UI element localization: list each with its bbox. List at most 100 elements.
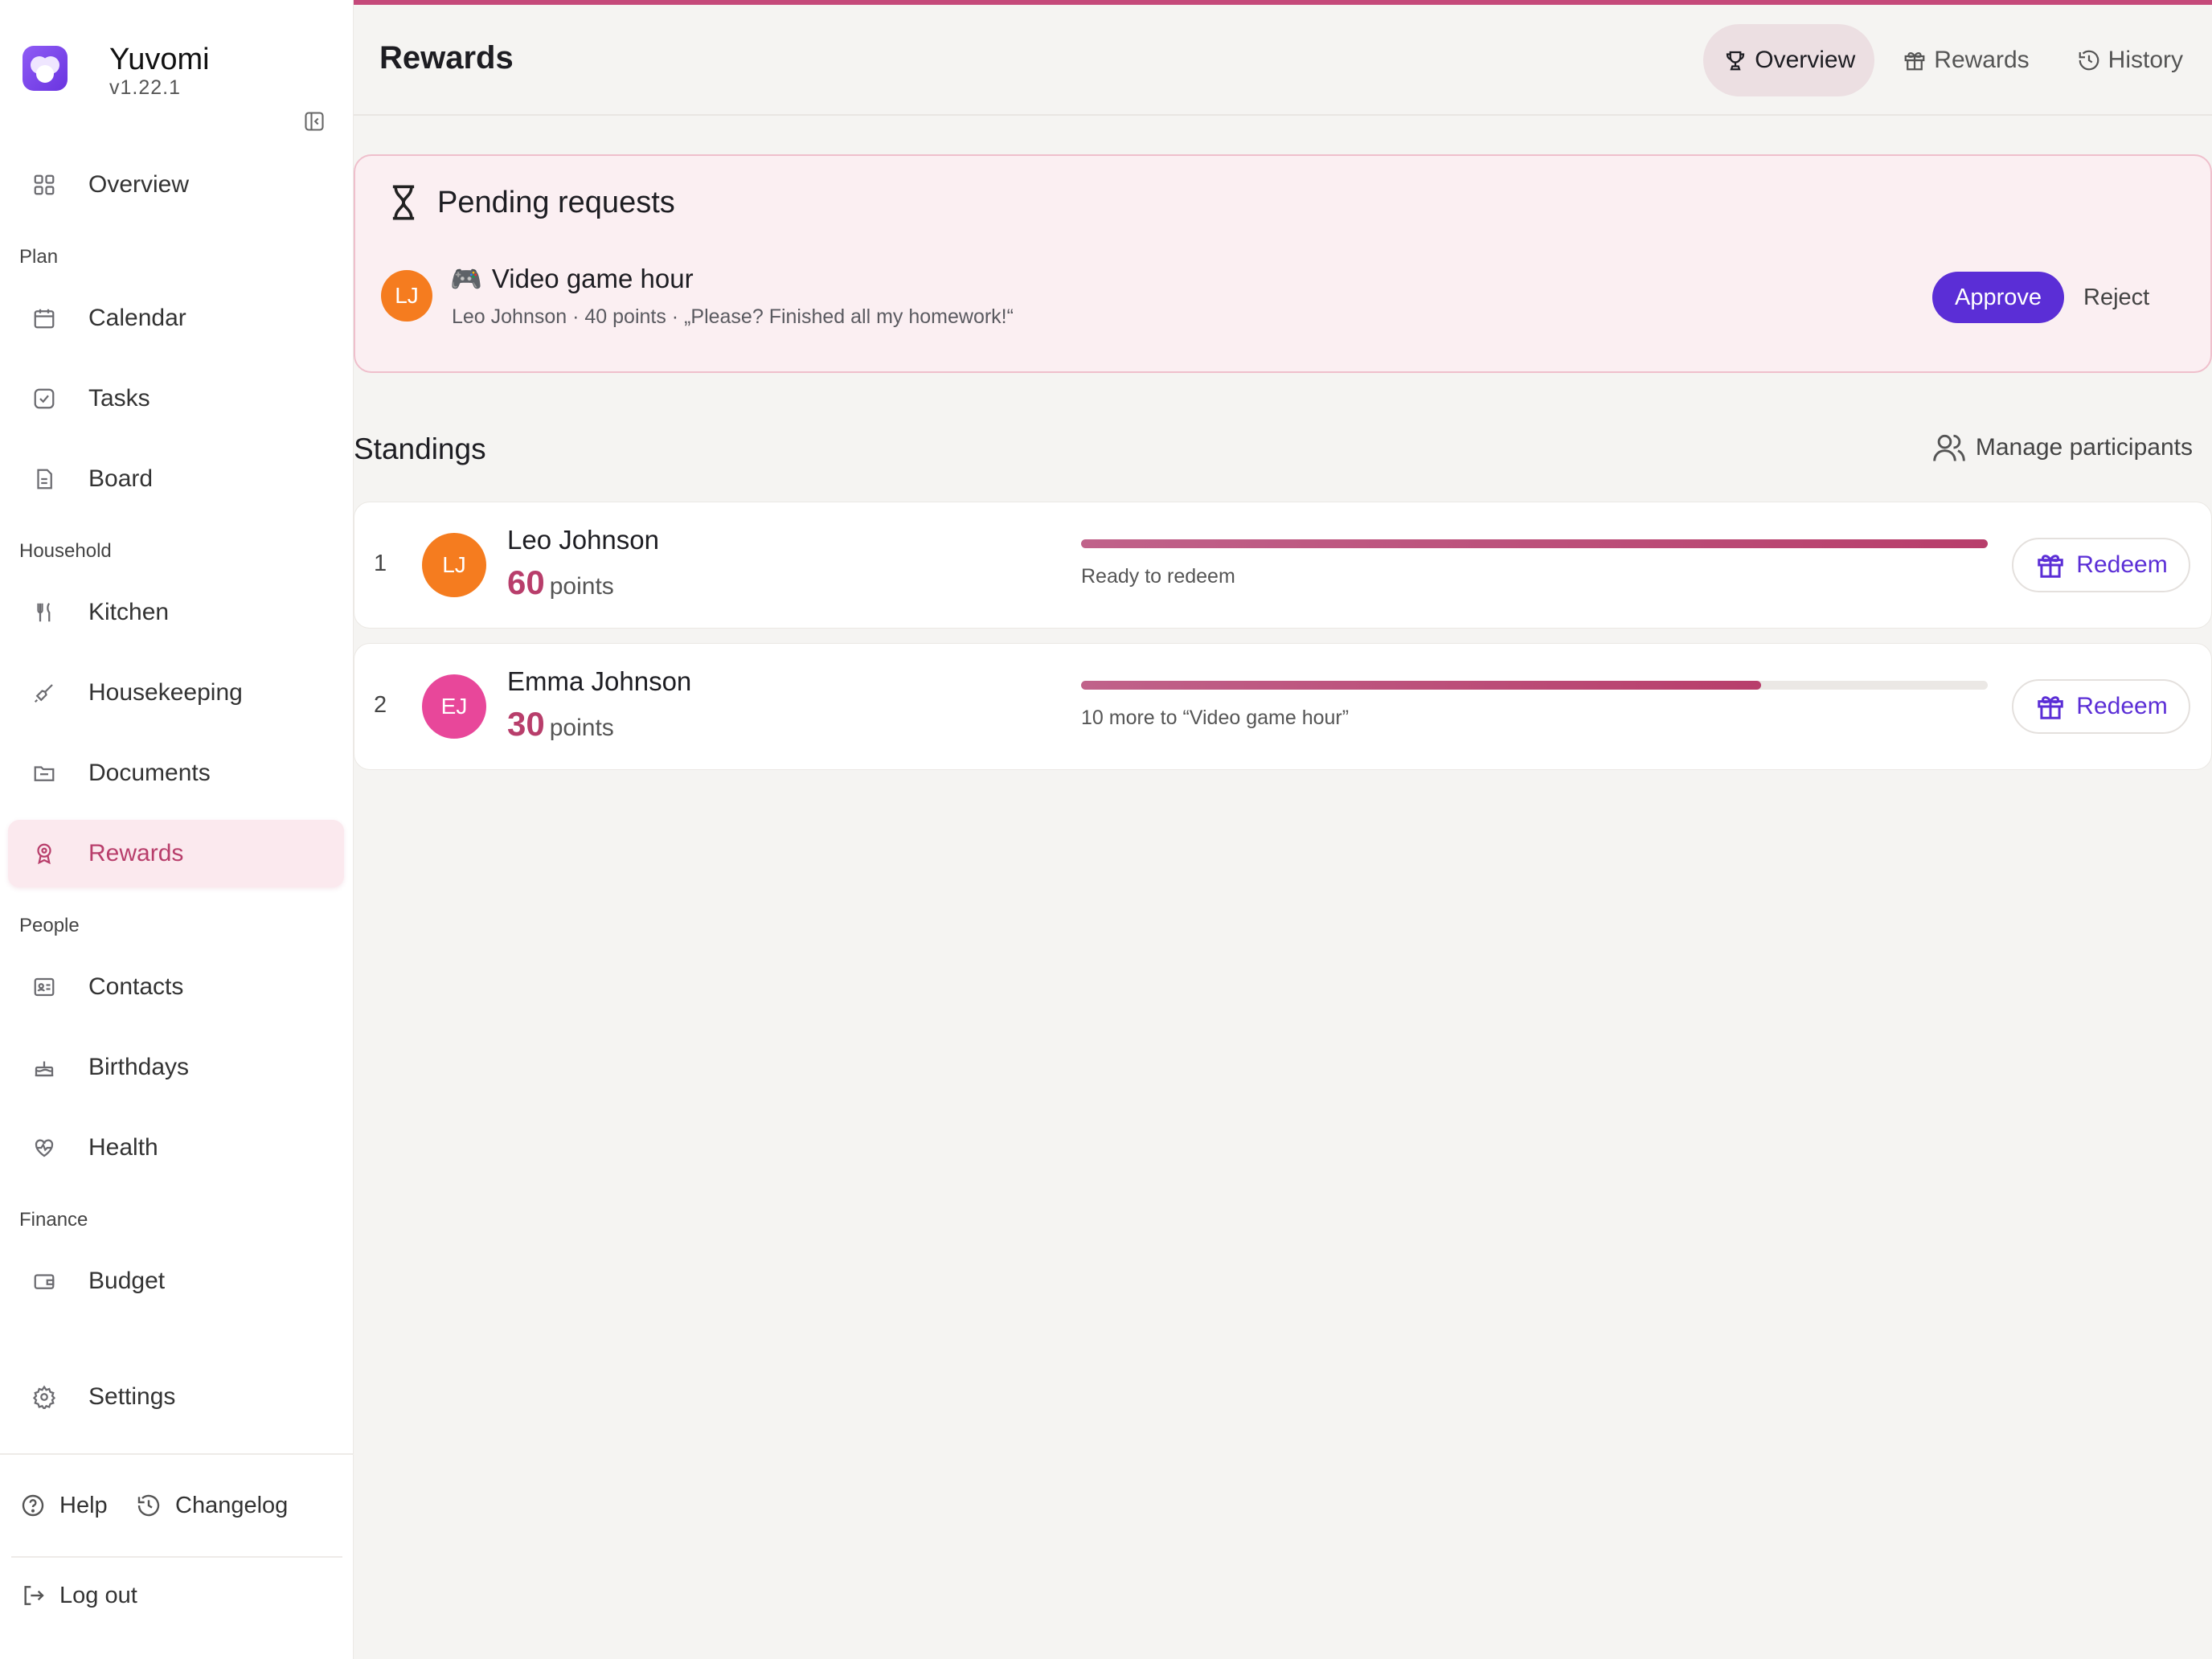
brand[interactable]: Yuvomi v1.22.1 xyxy=(23,43,210,100)
points-value: 30 xyxy=(507,705,545,743)
avatar-initials: LJ xyxy=(442,552,466,577)
tab-overview[interactable]: Overview xyxy=(1703,24,1875,96)
sidebar-item-tasks[interactable]: Tasks xyxy=(8,365,344,432)
heart-pulse-icon xyxy=(31,1134,58,1161)
points-value: 60 xyxy=(507,563,545,601)
rank-number: 1 xyxy=(374,551,387,576)
sidebar: Yuvomi v1.22.1 Overview Plan Calendar Ta… xyxy=(0,0,354,1659)
manage-participants-label: Manage participants xyxy=(1975,434,2193,461)
sidebar-section-household: Household xyxy=(19,540,112,562)
sidebar-item-settings[interactable]: Settings xyxy=(8,1363,344,1431)
note-icon xyxy=(31,465,58,493)
cake-icon xyxy=(31,1054,58,1081)
grid-icon xyxy=(31,171,58,199)
app-name: Yuvomi xyxy=(109,43,210,76)
tab-history[interactable]: History xyxy=(2057,24,2202,96)
points-unit: points xyxy=(549,715,614,741)
sidebar-item-budget[interactable]: Budget xyxy=(8,1247,344,1315)
sidebar-item-label: Calendar xyxy=(88,305,186,331)
trophy-icon xyxy=(1722,47,1748,73)
standing-row: 1 LJ Leo Johnson 60 points Ready to rede… xyxy=(354,502,2212,629)
hourglass-icon xyxy=(387,183,420,222)
help-label: Help xyxy=(59,1492,108,1518)
participant-name: Emma Johnson xyxy=(507,666,692,696)
brush-icon xyxy=(31,679,58,707)
tab-rewards[interactable]: Rewards xyxy=(1882,24,2048,96)
sidebar-item-calendar[interactable]: Calendar xyxy=(8,285,344,352)
app-version: v1.22.1 xyxy=(109,76,182,99)
sidebar-section-finance: Finance xyxy=(19,1209,88,1231)
sidebar-divider xyxy=(0,1453,354,1455)
sidebar-item-birthdays[interactable]: Birthdays xyxy=(8,1034,344,1101)
participant-points: 30 points xyxy=(507,705,614,743)
users-icon xyxy=(1931,429,1968,466)
sidebar-item-kitchen[interactable]: Kitchen xyxy=(8,579,344,646)
reject-button[interactable]: Reject xyxy=(2083,276,2149,318)
tab-label: History xyxy=(2108,47,2183,73)
redeem-button[interactable]: Redeem xyxy=(2012,538,2190,592)
changelog-label: Changelog xyxy=(175,1492,289,1518)
progress-caption: 10 more to “Video game hour” xyxy=(1081,707,1350,729)
approve-button[interactable]: Approve xyxy=(1932,272,2064,323)
logout-button[interactable]: Log out xyxy=(19,1582,137,1609)
history-icon xyxy=(135,1492,162,1519)
avatar-initials: EJ xyxy=(440,694,468,719)
sidebar-item-label: Documents xyxy=(88,760,211,786)
sidebar-item-label: Birthdays xyxy=(88,1054,190,1080)
logout-icon xyxy=(19,1582,47,1609)
changelog-link[interactable]: Changelog xyxy=(135,1492,288,1519)
sidebar-collapse-icon xyxy=(305,112,324,131)
logout-label: Log out xyxy=(59,1582,137,1608)
redeem-label: Redeem xyxy=(2076,693,2168,719)
request-reward-name: Video game hour xyxy=(491,264,694,293)
points-unit: points xyxy=(549,573,614,600)
redeem-label: Redeem xyxy=(2076,551,2168,578)
participant-points: 60 points xyxy=(507,563,614,602)
contact-card-icon xyxy=(31,973,58,1001)
checkbox-icon xyxy=(31,385,58,412)
sidebar-item-contacts[interactable]: Contacts xyxy=(8,953,344,1021)
sidebar-item-rewards[interactable]: Rewards xyxy=(8,820,344,887)
standing-row: 2 EJ Emma Johnson 30 points 10 more to “… xyxy=(354,643,2212,770)
history-icon xyxy=(2076,47,2102,73)
help-circle-icon xyxy=(19,1492,47,1519)
page-title: Rewards xyxy=(379,40,514,76)
wallet-icon xyxy=(31,1268,58,1295)
request-title: 🎮 Video game hour xyxy=(450,264,694,294)
pending-title: Pending requests xyxy=(437,185,675,219)
sidebar-section-people: People xyxy=(19,915,80,936)
pending-requests-heading: Pending requests xyxy=(387,183,675,222)
progress-fill xyxy=(1081,539,1988,548)
avatar-initials: LJ xyxy=(395,283,419,308)
redeem-button[interactable]: Redeem xyxy=(2012,679,2190,734)
sidebar-item-board[interactable]: Board xyxy=(8,445,344,513)
avatar: EJ xyxy=(422,674,486,739)
help-link[interactable]: Help xyxy=(19,1492,108,1519)
progress-caption: Ready to redeem xyxy=(1081,565,1235,588)
sidebar-item-label: Settings xyxy=(88,1383,176,1410)
sidebar-item-health[interactable]: Health xyxy=(8,1114,344,1182)
sidebar-item-housekeeping[interactable]: Housekeeping xyxy=(8,659,344,727)
avatar: LJ xyxy=(422,533,486,597)
gift-icon xyxy=(1902,47,1927,73)
standings-heading: Standings xyxy=(354,432,486,465)
sidebar-item-label: Housekeeping xyxy=(88,679,243,706)
collapse-sidebar-button[interactable] xyxy=(301,108,328,135)
app-logo-icon xyxy=(23,46,68,91)
pending-requests-card: Pending requests LJ 🎮 Video game hour Le… xyxy=(354,154,2212,373)
sidebar-divider xyxy=(11,1556,342,1558)
sidebar-section-plan: Plan xyxy=(19,246,59,268)
manage-participants-button[interactable]: Manage participants xyxy=(1931,429,2193,466)
request-details: Leo Johnson · 40 points · „Please? Finis… xyxy=(452,305,1014,328)
tab-label: Overview xyxy=(1755,47,1856,73)
fork-knife-icon xyxy=(31,599,58,626)
sidebar-item-overview[interactable]: Overview xyxy=(8,151,344,219)
page-header: Rewards Overview Rewards History xyxy=(354,5,2212,116)
progress-fill xyxy=(1081,681,1761,690)
avatar: LJ xyxy=(381,270,432,322)
sidebar-item-label: Board xyxy=(88,465,154,492)
view-tabs: Overview Rewards History xyxy=(1695,24,2202,96)
sidebar-item-documents[interactable]: Documents xyxy=(8,739,344,807)
sidebar-item-label: Overview xyxy=(88,171,190,198)
sidebar-item-label: Rewards xyxy=(88,840,184,866)
